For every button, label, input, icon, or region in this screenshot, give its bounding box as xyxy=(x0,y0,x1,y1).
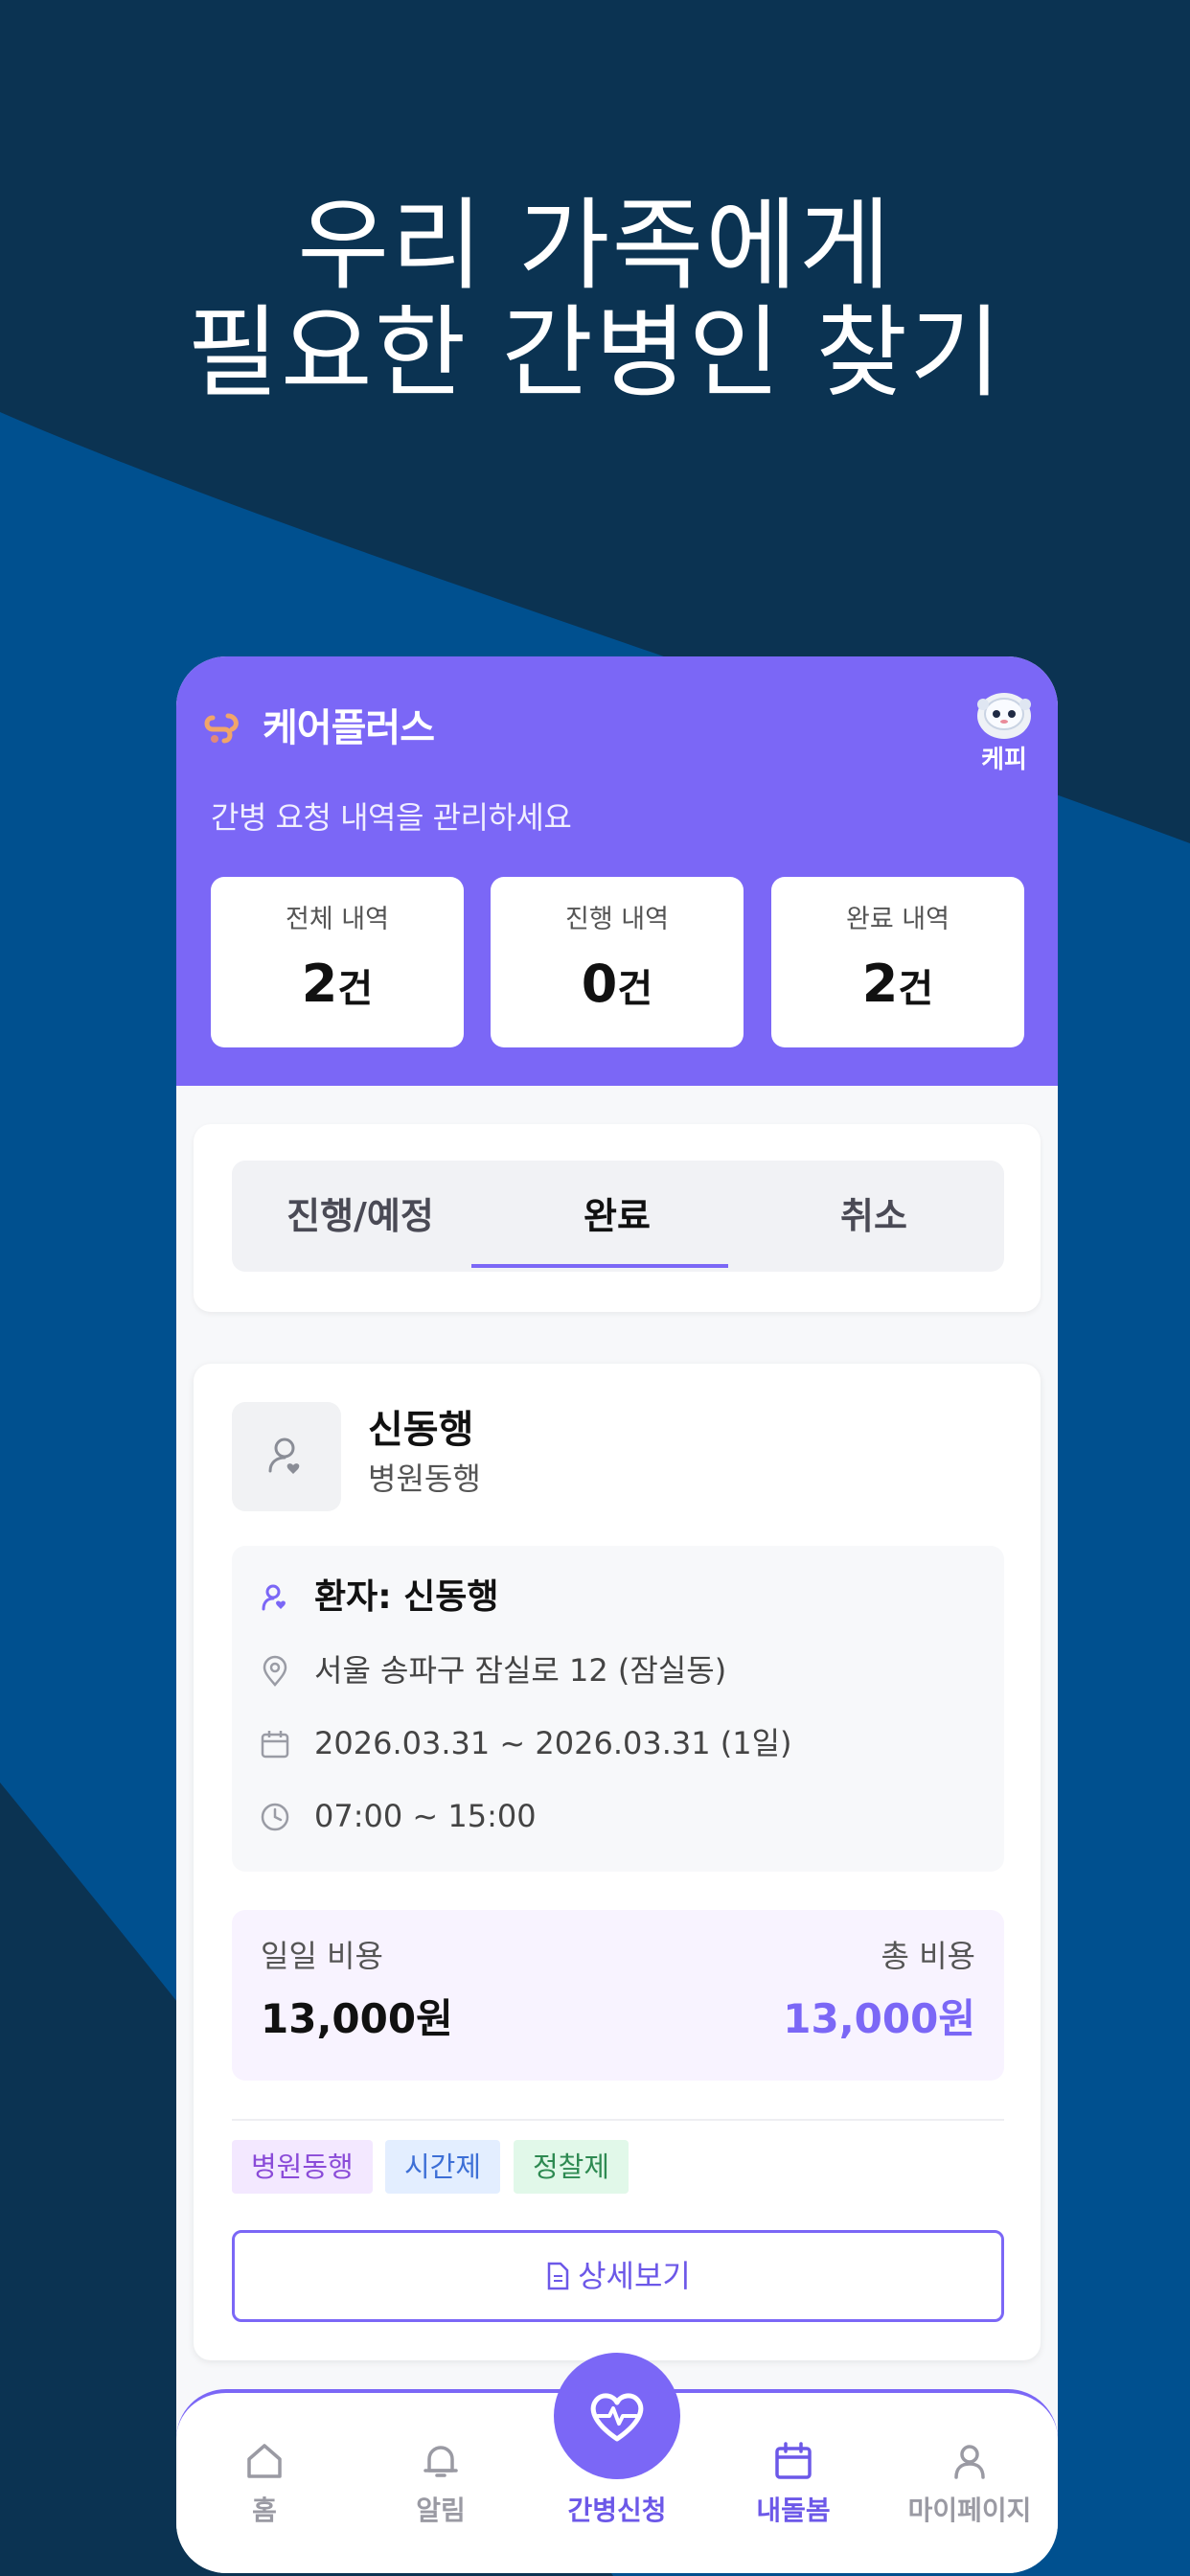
nav-care-request-label: 간병신청 xyxy=(567,2495,667,2526)
stat-total: 전체 내역 2건 xyxy=(211,877,464,1047)
stat-value: 0건 xyxy=(581,954,653,1014)
total-fee-label: 총 비용 xyxy=(881,1938,976,1974)
tab-cancelled[interactable]: 취소 xyxy=(745,1161,1002,1272)
calendar-icon xyxy=(261,1731,289,1759)
record-service-type: 병원동행 xyxy=(368,1460,481,1497)
stat-value: 2건 xyxy=(861,954,934,1014)
time-range-text: 07:00 ~ 15:00 xyxy=(314,1798,537,1834)
patient-name: 환자: 신동행 xyxy=(314,1577,499,1617)
stat-in-progress: 진행 내역 0건 xyxy=(491,877,744,1047)
patient-icon xyxy=(262,1584,286,1611)
stat-label: 진행 내역 xyxy=(565,905,669,934)
tab-in-progress[interactable]: 진행/예정 xyxy=(232,1161,489,1272)
tag-hospital-escort: 병원동행 xyxy=(232,2140,373,2194)
total-fee-value: 13,000원 xyxy=(783,1995,975,2042)
app-name: 케어플러스 xyxy=(263,706,435,750)
record-info-box: 환자: 신동행 서울 송파구 잠실로 12 (잠실동) 2026.03.31 ~… xyxy=(232,1546,1004,1872)
headline-line-1: 우리 가족에게 xyxy=(297,187,893,304)
daily-fee-label: 일일 비용 xyxy=(261,1938,383,1974)
header-subtitle: 간병 요청 내역을 관리하세요 xyxy=(211,799,572,836)
user-name: 케피 xyxy=(981,746,1027,774)
daily-fee-value: 13,000원 xyxy=(261,1995,453,2042)
fee-box: 일일 비용 13,000원 총 비용 13,000원 xyxy=(232,1910,1004,2081)
view-details-label: 상세보기 xyxy=(578,2258,691,2294)
stat-label: 전체 내역 xyxy=(286,905,389,934)
phone-screen: 케어플러스 케피 간병 요청 내역을 관리하세요 전체 내역 2건 진행 내역 … xyxy=(176,656,1058,2573)
stat-completed: 완료 내역 2건 xyxy=(771,877,1024,1047)
divider xyxy=(232,2119,1004,2121)
nav-care-request[interactable]: 간병신청 xyxy=(529,2441,705,2556)
tab-completed[interactable]: 완료 xyxy=(489,1161,745,1272)
user-icon xyxy=(954,2445,985,2479)
calendar-icon xyxy=(775,2442,812,2479)
care-logo-icon xyxy=(204,713,239,744)
stat-label: 완료 내역 xyxy=(846,905,950,934)
clock-icon xyxy=(261,1803,289,1831)
document-icon xyxy=(547,2262,569,2290)
location-pin-icon xyxy=(263,1655,287,1687)
nav-alerts[interactable]: 알림 xyxy=(353,2441,529,2556)
tag-hourly: 시간제 xyxy=(385,2140,501,2194)
tag-fixed-price: 정찰제 xyxy=(514,2140,629,2194)
view-details-button[interactable]: 상세보기 xyxy=(232,2230,1004,2322)
avatar-icon[interactable] xyxy=(973,685,1035,741)
record-title: 신동행 xyxy=(368,1408,474,1452)
headline: 우리 가족에게 필요한 간병인 찾기 xyxy=(0,192,1190,406)
user-heart-icon xyxy=(268,1438,300,1474)
stat-value: 2건 xyxy=(301,954,374,1014)
nav-alerts-label: 알림 xyxy=(416,2495,466,2526)
care-record-card[interactable]: 신동행 병원동행 환자: 신동행 서울 송파구 잠실로 12 (잠실동) 202… xyxy=(194,1364,1041,2360)
app-header: 케어플러스 케피 간병 요청 내역을 관리하세요 전체 내역 2건 진행 내역 … xyxy=(176,656,1058,1086)
service-icon-box xyxy=(232,1402,341,1511)
tabs-card: 진행/예정 완료 취소 xyxy=(194,1124,1041,1312)
headline-line-2: 필요한 간병인 찾기 xyxy=(187,294,1003,411)
home-icon xyxy=(247,2444,282,2478)
bell-icon xyxy=(423,2446,458,2477)
nav-home[interactable]: 홈 xyxy=(176,2441,353,2556)
nav-my-page-label: 마이페이지 xyxy=(907,2495,1032,2526)
active-tab-indicator xyxy=(471,1264,728,1268)
nav-my-care[interactable]: 내돌봄 xyxy=(705,2441,881,2556)
date-range-text: 2026.03.31 ~ 2026.03.31 (1일) xyxy=(314,1725,792,1761)
nav-home-label: 홈 xyxy=(252,2495,277,2526)
address-text: 서울 송파구 잠실로 12 (잠실동) xyxy=(314,1652,727,1689)
nav-my-page[interactable]: 마이페이지 xyxy=(881,2441,1058,2556)
nav-my-care-label: 내돌봄 xyxy=(756,2495,831,2526)
